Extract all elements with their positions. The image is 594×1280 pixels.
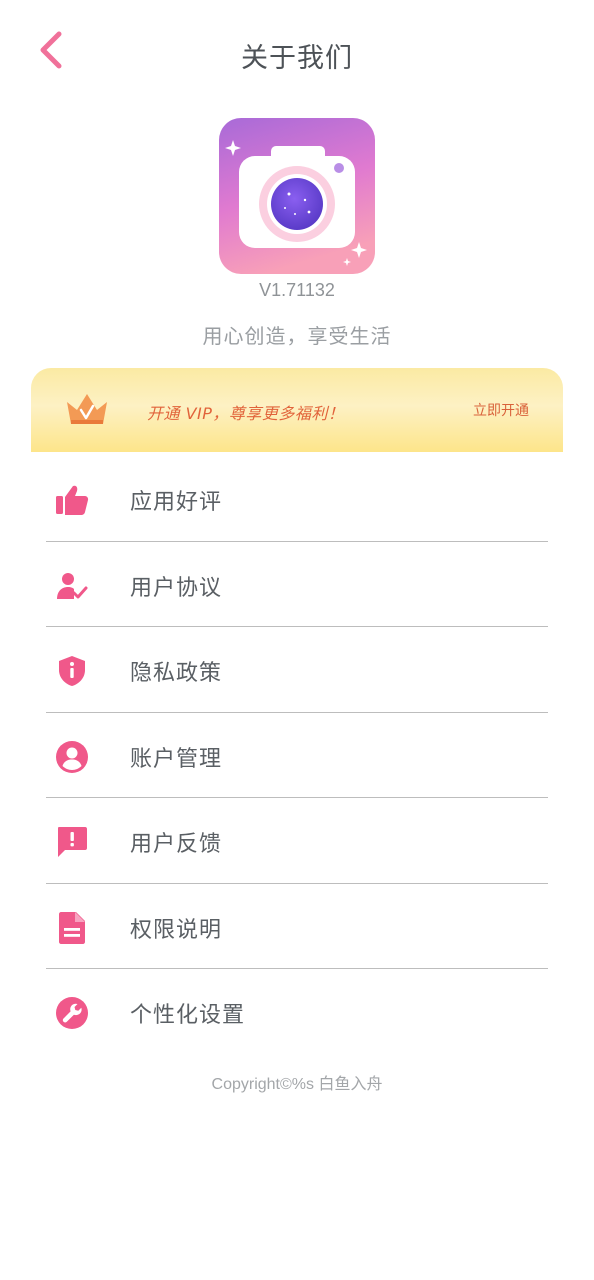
menu-item-label: 个性化设置 bbox=[130, 1003, 246, 1028]
vip-open-button[interactable]: 立即开通 bbox=[473, 400, 529, 420]
menu-item-personalization[interactable]: 个性化设置 bbox=[46, 969, 548, 1055]
app-version: V1.71132 bbox=[259, 280, 335, 300]
menu-item-label: 用户反馈 bbox=[130, 832, 223, 857]
menu-item-label: 账户管理 bbox=[130, 746, 223, 772]
menu-item-privacy-policy[interactable]: 隐私政策 bbox=[46, 627, 548, 713]
copyright-text: Copyright©%s 白鱼入舟 bbox=[211, 1076, 383, 1093]
menu-item-label: 隐私政策 bbox=[130, 661, 223, 686]
menu-item-label: 应用好评 bbox=[130, 490, 223, 515]
page-title: 关于我们 bbox=[241, 43, 353, 74]
menu-item-user-agreement[interactable]: 用户协议 bbox=[46, 542, 548, 627]
vip-banner[interactable]: 开通 VIP，尊享更多福利！ 立即开通 bbox=[31, 368, 563, 452]
menu-item-label: 用户协议 bbox=[130, 575, 223, 601]
feedback-icon bbox=[54, 824, 90, 860]
menu-item-app-review[interactable]: 应用好评 bbox=[46, 456, 548, 542]
app-slogan: 用心创造，享受生活 bbox=[202, 324, 392, 348]
menu-item-permission-notes[interactable]: 权限说明 bbox=[46, 884, 548, 969]
vip-promo-text: 开通 VIP，尊享更多福利！ bbox=[147, 404, 345, 423]
camera-app-icon bbox=[219, 118, 375, 274]
menu-item-user-feedback[interactable]: 用户反馈 bbox=[46, 798, 548, 884]
crown-icon bbox=[67, 394, 107, 424]
menu-item-account-management[interactable]: 账户管理 bbox=[46, 713, 548, 798]
header: 关于我们 bbox=[0, 0, 594, 106]
thumbs-up-icon bbox=[54, 482, 90, 518]
menu-item-label: 权限说明 bbox=[130, 917, 223, 943]
wrench-icon bbox=[54, 995, 90, 1031]
user-check-icon bbox=[54, 568, 90, 604]
shield-info-icon bbox=[54, 653, 90, 689]
document-icon bbox=[54, 910, 90, 946]
settings-menu: 应用好评 用户协议 隐私政策 账户管理 用户反馈 权限说明 个性化设置 bbox=[46, 456, 548, 1055]
account-circle-icon bbox=[54, 739, 90, 775]
